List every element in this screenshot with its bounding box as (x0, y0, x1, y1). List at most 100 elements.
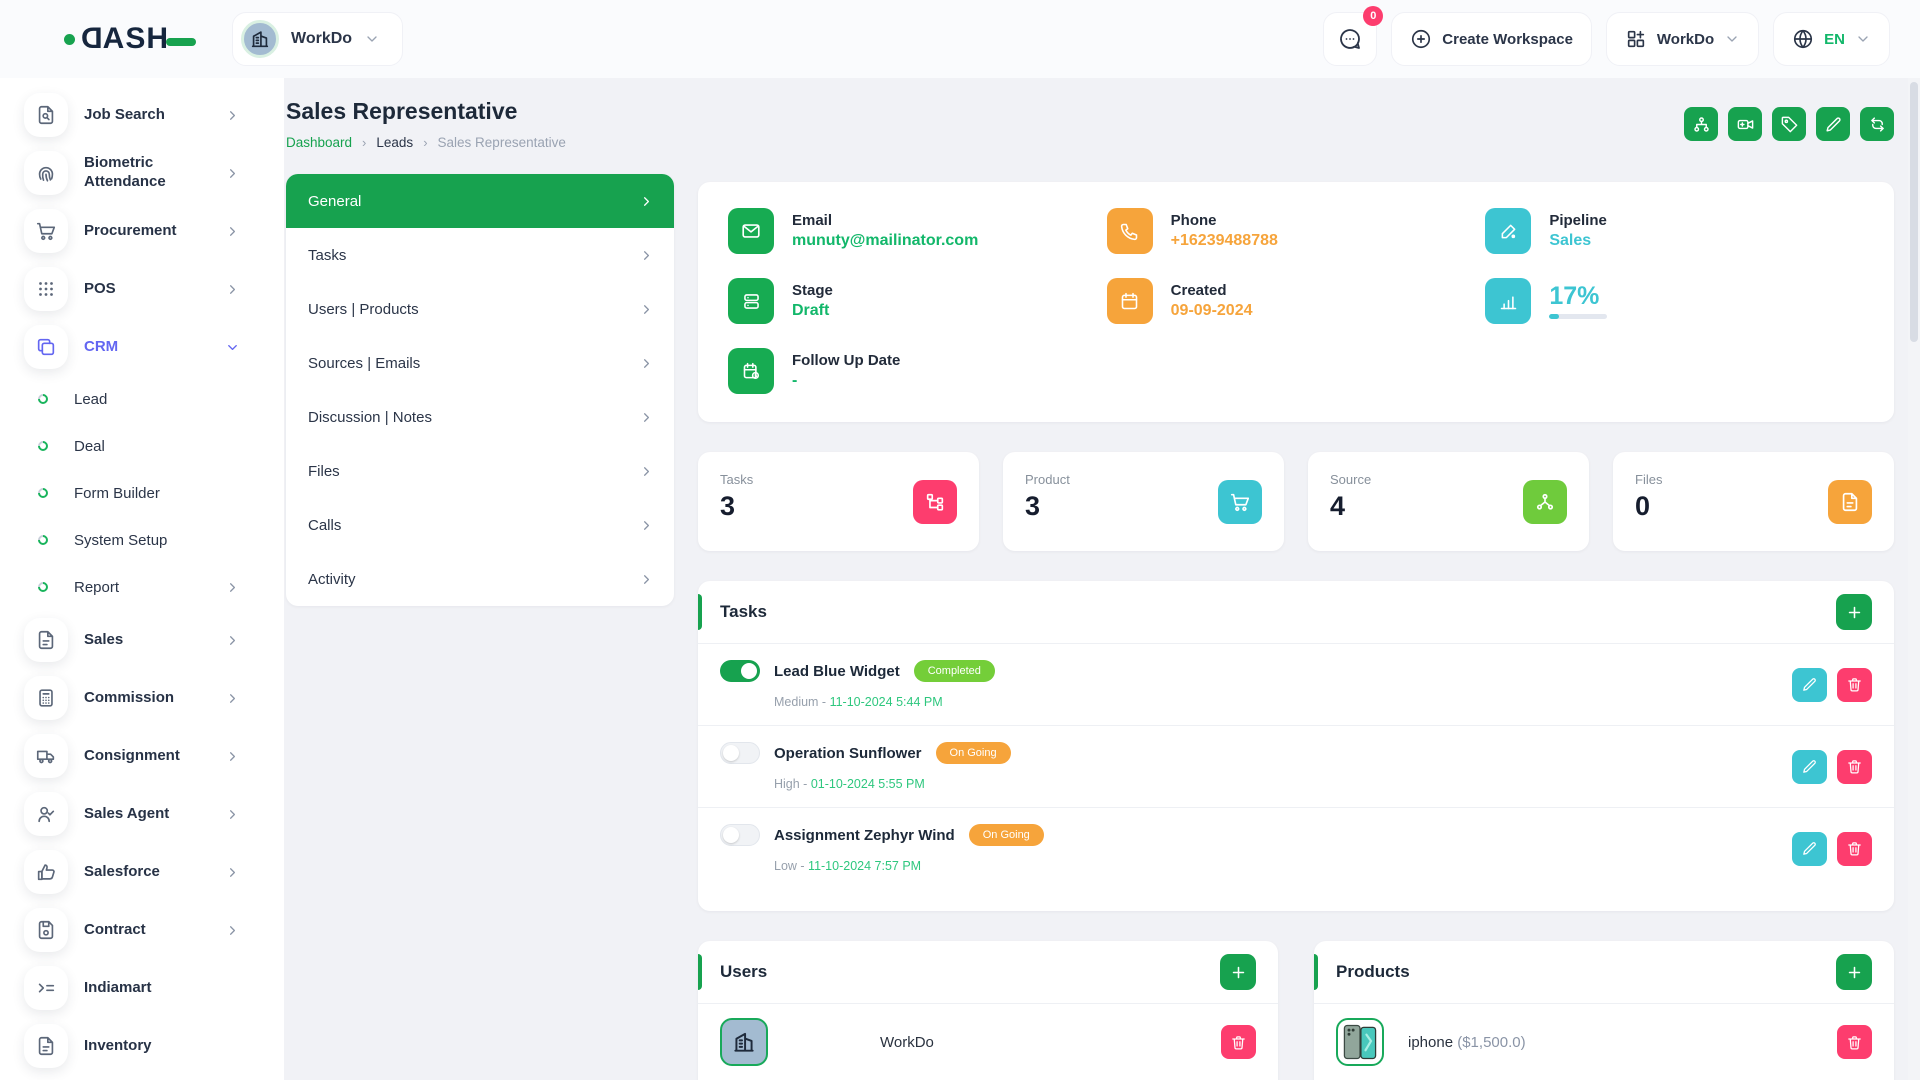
add-user-button[interactable] (1220, 954, 1256, 990)
sidebar-item-form-builder[interactable]: Form Builder (24, 476, 284, 510)
info-stage: Stage Draft (728, 278, 1107, 324)
call-button[interactable] (1728, 107, 1762, 141)
truck-icon (35, 745, 57, 767)
chevron-right-icon (639, 572, 654, 587)
status-badge: On Going (969, 824, 1044, 846)
email-value[interactable]: munuty@mailinator.com (792, 232, 978, 250)
workspace-dropdown-label: WorkDo (1657, 31, 1714, 48)
calculator-icon (35, 687, 57, 709)
scrollbar-thumb[interactable] (1910, 82, 1918, 342)
sidebar: Job Search Biometric Attendance Procurem… (0, 78, 284, 1080)
trash-icon (1846, 676, 1863, 693)
app-logo[interactable]: DASH (64, 22, 196, 56)
add-product-button[interactable] (1836, 954, 1872, 990)
sidebar-item-deal[interactable]: Deal (24, 429, 284, 463)
page-scrollbar[interactable] (1908, 78, 1920, 1080)
edit-task-button[interactable] (1792, 668, 1827, 702)
sidebar-item-indiamart[interactable]: Indiamart (24, 965, 284, 1011)
breadcrumb: Dashboard › Leads › Sales Representative (286, 135, 566, 150)
info-created: Created 09-09-2024 (1107, 278, 1486, 324)
product-image (1336, 1018, 1384, 1066)
stat-files: Files 0 (1613, 452, 1894, 551)
grid-dots-icon (35, 278, 57, 300)
stage-value: Draft (792, 302, 833, 320)
pen-icon (1498, 221, 1519, 242)
sidebar-item-biometric-attendance[interactable]: Biometric Attendance (24, 150, 284, 196)
breadcrumb-dashboard[interactable]: Dashboard (286, 135, 352, 150)
delete-task-button[interactable] (1837, 668, 1872, 702)
tab-discussion-notes[interactable]: Discussion | Notes (286, 390, 674, 444)
workspace-chip[interactable]: WorkDo (232, 12, 403, 66)
delete-user-button[interactable] (1221, 1025, 1256, 1059)
created-value: 09-09-2024 (1171, 302, 1253, 320)
sidebar-item-sales-agent[interactable]: Sales Agent (24, 791, 284, 837)
doc-search-icon (35, 104, 57, 126)
chevron-down-icon (1724, 31, 1740, 47)
sidebar-item-inventory[interactable]: Inventory (24, 1023, 284, 1069)
sidebar-item-commission[interactable]: Commission (24, 675, 284, 721)
tab-sources-emails[interactable]: Sources | Emails (286, 336, 674, 390)
create-workspace-button[interactable]: Create Workspace (1391, 12, 1592, 66)
pencil-icon (1801, 758, 1818, 775)
chevron-right-icon (639, 356, 654, 371)
chevron-right-icon (225, 224, 240, 239)
task-toggle[interactable] (720, 742, 760, 764)
delete-product-button[interactable] (1837, 1025, 1872, 1059)
user-name: WorkDo (880, 1034, 934, 1051)
task-toggle[interactable] (720, 660, 760, 682)
cart-icon (35, 220, 57, 242)
sidebar-item-consignment[interactable]: Consignment (24, 733, 284, 779)
tab-tasks[interactable]: Tasks (286, 228, 674, 282)
sidebar-item-contract[interactable]: Contract (24, 907, 284, 953)
language-dropdown[interactable]: EN (1773, 12, 1890, 66)
stat-product: Product 3 (1003, 452, 1284, 551)
tag-button[interactable] (1772, 107, 1806, 141)
chevron-down-icon (1855, 31, 1871, 47)
info-follow-up: Follow Up Date - (728, 348, 1107, 394)
users-section: Users WorkDo (698, 941, 1278, 1080)
convert-button[interactable] (1860, 107, 1894, 141)
breadcrumb-leads[interactable]: Leads (376, 135, 413, 150)
tab-files[interactable]: Files (286, 444, 674, 498)
chevron-right-icon (639, 410, 654, 425)
main-content: Sales Representative Dashboard › Leads ›… (284, 78, 1920, 1080)
sidebar-item-report[interactable]: Report (24, 570, 284, 604)
plus-icon (1846, 604, 1863, 621)
chevron-right-icon (225, 923, 240, 938)
tab-general[interactable]: General (286, 174, 674, 228)
fingerprint-icon (35, 162, 57, 184)
language-label: EN (1824, 31, 1845, 48)
add-task-button[interactable] (1836, 594, 1872, 630)
stat-source: Source 4 (1308, 452, 1589, 551)
task-toggle[interactable] (720, 824, 760, 846)
pencil-icon (1801, 840, 1818, 857)
calendar-clock-icon (741, 361, 762, 382)
workspace-dropdown[interactable]: WorkDo (1606, 12, 1759, 66)
edit-task-button[interactable] (1792, 750, 1827, 784)
workspace-chip-label: WorkDo (291, 30, 352, 48)
sidebar-item-crm[interactable]: CRM (24, 324, 284, 370)
delete-task-button[interactable] (1837, 750, 1872, 784)
file-text-icon (35, 629, 57, 651)
crm-icon (35, 336, 57, 358)
sidebar-item-sales[interactable]: Sales (24, 617, 284, 663)
chevron-right-icon (225, 865, 240, 880)
chevron-right-icon (225, 580, 240, 595)
tab-calls[interactable]: Calls (286, 498, 674, 552)
logo-dash-icon (166, 38, 196, 46)
sidebar-item-lead[interactable]: Lead (24, 382, 284, 416)
sidebar-item-system-setup[interactable]: System Setup (24, 523, 284, 557)
messages-button[interactable]: 0 (1323, 12, 1377, 66)
tab-users-products[interactable]: Users | Products (286, 282, 674, 336)
labels-button[interactable] (1684, 107, 1718, 141)
edit-task-button[interactable] (1792, 832, 1827, 866)
phone-value[interactable]: +16239488788 (1171, 232, 1278, 250)
sidebar-item-pos[interactable]: POS (24, 266, 284, 312)
edit-button[interactable] (1816, 107, 1850, 141)
tab-activity[interactable]: Activity (286, 552, 674, 606)
list-tree-icon (924, 491, 946, 513)
sidebar-item-job-search[interactable]: Job Search (24, 92, 284, 138)
delete-task-button[interactable] (1837, 832, 1872, 866)
sidebar-item-procurement[interactable]: Procurement (24, 208, 284, 254)
sidebar-item-salesforce[interactable]: Salesforce (24, 849, 284, 895)
